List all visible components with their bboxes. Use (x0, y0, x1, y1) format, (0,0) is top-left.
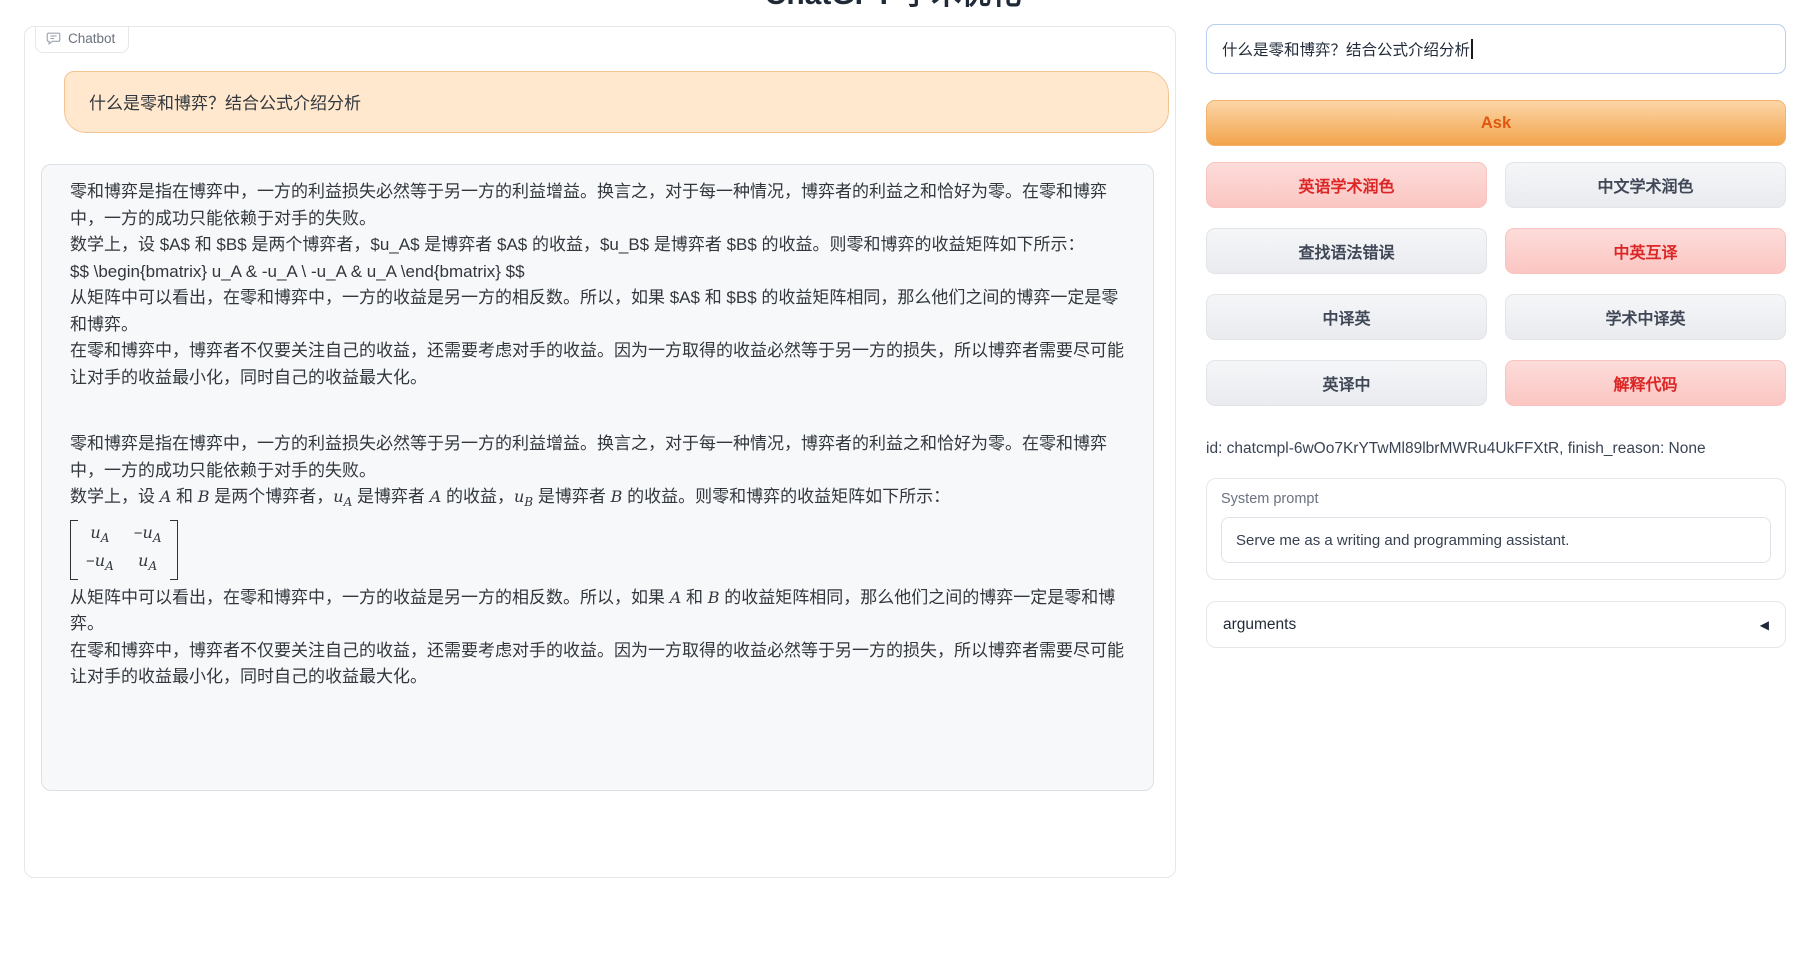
chatbot-panel: Chatbot 什么是零和博弈？结合公式介绍分析 零和博弈是指在博弈中，一方的利… (24, 26, 1176, 878)
button-en-to-zh[interactable]: 英译中 (1206, 360, 1487, 406)
bot-rendered-paragraph: 在零和博弈中，博弈者不仅要关注自己的收益，还需要考虑对手的收益。因为一方取得的收… (70, 638, 1125, 691)
button-english-academic-polish[interactable]: 英语学术润色 (1206, 162, 1487, 208)
matrix-right-bracket (170, 520, 178, 580)
matrix-left-bracket (70, 520, 78, 580)
bot-raw-paragraph: 在零和博弈中，博弈者不仅要关注自己的收益，还需要考虑对手的收益。因为一方取得的收… (70, 338, 1125, 391)
system-prompt-input[interactable]: Serve me as a writing and programming as… (1221, 517, 1771, 563)
system-prompt-label: System prompt (1221, 491, 1771, 507)
chat-bubble-icon (46, 31, 61, 46)
arguments-accordion[interactable]: arguments ◀ (1206, 601, 1786, 648)
bot-raw-paragraph: 从矩阵中可以看出，在零和博弈中，一方的收益是另一方的相反数。所以，如果 $A$ … (70, 285, 1125, 338)
bot-raw-latex-line: $$ \begin{bmatrix} u_A & -u_A \ -u_A & u… (70, 259, 1125, 286)
ask-button[interactable]: Ask (1206, 100, 1786, 146)
user-message-bubble: 什么是零和博弈？结合公式介绍分析 (64, 71, 1169, 133)
user-message-text: 什么是零和博弈？结合公式介绍分析 (89, 94, 361, 113)
bot-message-raw-markdown: 零和博弈是指在博弈中，一方的利益损失必然等于另一方的利益增益。换言之，对于每一种… (70, 179, 1125, 391)
chatbot-panel-label: Chatbot (35, 27, 129, 53)
bot-rendered-paragraph: 从矩阵中可以看出，在零和博弈中，一方的收益是另一方的相反数。所以，如果 A 和 … (70, 585, 1125, 638)
function-button-grid: 英语学术润色 中文学术润色 查找语法错误 中英互译 中译英 学术中译英 英译中 … (1206, 162, 1786, 406)
bot-rendered-paragraph: 零和博弈是指在博弈中，一方的利益损失必然等于另一方的利益增益。换言之，对于每一种… (70, 431, 1125, 484)
response-status-line: id: chatcmpl-6wOo7KrYTwMl89lbrMWRu4UkFFX… (1206, 440, 1786, 458)
bot-raw-paragraph: 数学上，设 $A$ 和 $B$ 是两个博弈者，$u_A$ 是博弈者 $A$ 的收… (70, 232, 1125, 259)
bot-rendered-paragraph: 数学上，设 A 和 B 是两个博弈者，uA 是博弈者 A 的收益，uB 是博弈者… (70, 484, 1125, 517)
system-prompt-card: System prompt Serve me as a writing and … (1206, 478, 1786, 580)
button-chinese-academic-polish[interactable]: 中文学术润色 (1505, 162, 1786, 208)
app-page: ChatGPT 学术优化 Chatbot 什么是零和博弈？结合公式介绍分析 零和… (0, 0, 1814, 961)
arguments-accordion-label: arguments (1223, 616, 1296, 634)
payoff-matrix: uA−uA−uAuA (70, 520, 178, 580)
button-zh-to-en[interactable]: 中译英 (1206, 294, 1487, 340)
bot-message-rendered: 零和博弈是指在博弈中，一方的利益损失必然等于另一方的利益增益。换言之，对于每一种… (70, 431, 1125, 691)
page-title: ChatGPT 学术优化 (0, 0, 1786, 13)
question-input-value: 什么是零和博弈？结合公式介绍分析 (1222, 38, 1470, 60)
collapse-arrow-icon: ◀ (1760, 618, 1769, 632)
control-column: 什么是零和博弈？结合公式介绍分析 Ask 英语学术润色 中文学术润色 查找语法错… (1206, 24, 1786, 648)
question-input[interactable]: 什么是零和博弈？结合公式介绍分析 (1206, 24, 1786, 74)
text-cursor (1471, 39, 1473, 59)
button-academic-zh-to-en[interactable]: 学术中译英 (1505, 294, 1786, 340)
bot-message-bubble: 零和博弈是指在博弈中，一方的利益损失必然等于另一方的利益增益。换言之，对于每一种… (41, 164, 1154, 791)
chatbot-label-text: Chatbot (68, 31, 115, 46)
button-zh-en-mutual-translate[interactable]: 中英互译 (1505, 228, 1786, 274)
button-find-grammar-errors[interactable]: 查找语法错误 (1206, 228, 1487, 274)
button-explain-code[interactable]: 解释代码 (1505, 360, 1786, 406)
system-prompt-value: Serve me as a writing and programming as… (1236, 532, 1569, 549)
bot-raw-paragraph: 零和博弈是指在博弈中，一方的利益损失必然等于另一方的利益增益。换言之，对于每一种… (70, 179, 1125, 232)
